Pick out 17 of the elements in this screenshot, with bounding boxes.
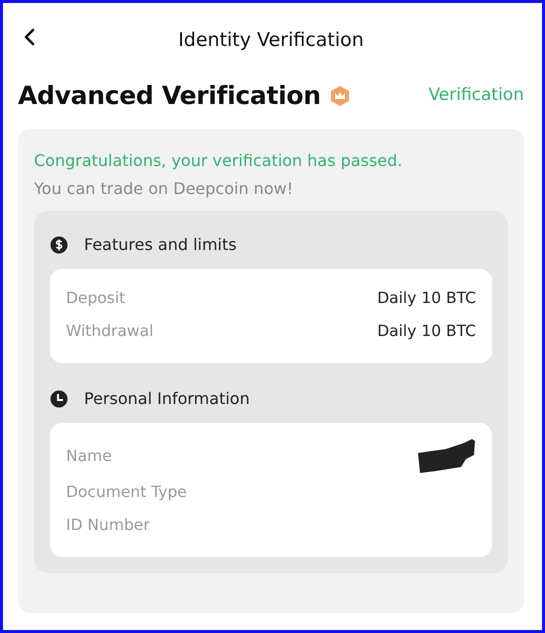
field-label: Name <box>66 446 112 467</box>
verification-link[interactable]: Verification <box>428 83 524 108</box>
dollar-icon <box>50 236 68 254</box>
success-message: Congratulations, your verification has passed. <box>34 150 404 172</box>
section-title: Features and limits <box>84 234 237 256</box>
field-value: Daily 10 BTC <box>377 288 476 310</box>
field-value: Daily 10 BTC <box>377 321 476 342</box>
screen-title: Identity Verification <box>178 28 364 53</box>
field-label: Deposit <box>66 288 126 310</box>
page-title: Advanced Verification <box>18 80 321 112</box>
field-label: Withdrawal <box>66 321 154 342</box>
field-label: Document Type <box>66 482 187 504</box>
clock-icon <box>50 390 68 408</box>
section-title: Personal Information <box>84 388 250 410</box>
status-subtext: You can trade on Deepcoin now! <box>34 178 294 200</box>
field-label: ID Number <box>66 515 150 536</box>
crown-badge-icon <box>328 84 351 107</box>
